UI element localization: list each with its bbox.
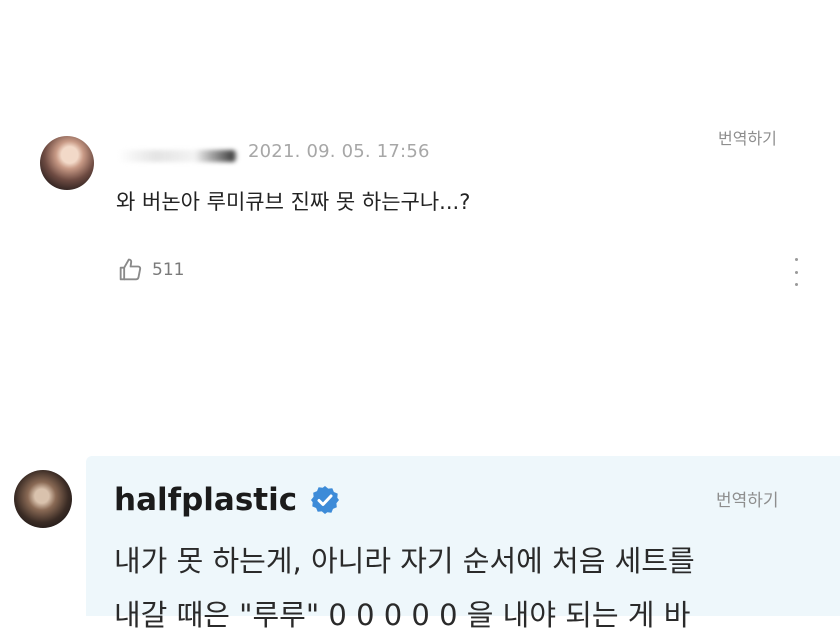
more-vertical-icon <box>794 258 798 261</box>
reply-text-line2: 내갈 때은 "루루" 0 0 0 0 0 을 내야 되는 게 바 <box>114 598 691 632</box>
comment-text: 와 버논아 루미큐브 진짜 못 하는구나...? <box>116 190 471 214</box>
reply-text: 내가 못 하는게, 아니라 자기 순서에 처음 세트를 내갈 때은 "루루" 0… <box>114 534 814 632</box>
verified-badge-icon <box>311 486 340 514</box>
blurred-username <box>118 150 238 162</box>
comment-timestamp: 2021. 09. 05. 17:56 <box>248 141 430 162</box>
translate-button[interactable]: 번역하기 <box>718 125 777 149</box>
like-count: 511 <box>152 260 185 280</box>
commenter-avatar[interactable] <box>40 136 94 190</box>
reply-translate-button[interactable]: 번역하기 <box>716 486 779 511</box>
more-options-button[interactable] <box>788 258 804 286</box>
author-avatar[interactable] <box>14 470 72 528</box>
thumbs-up-icon <box>119 258 142 281</box>
author-name[interactable]: halfplastic <box>114 482 297 518</box>
reply-header: halfplastic <box>114 482 341 518</box>
reply-text-line1: 내가 못 하는게, 아니라 자기 순서에 처음 세트를 <box>114 544 695 578</box>
like-button[interactable]: 511 <box>116 256 184 284</box>
